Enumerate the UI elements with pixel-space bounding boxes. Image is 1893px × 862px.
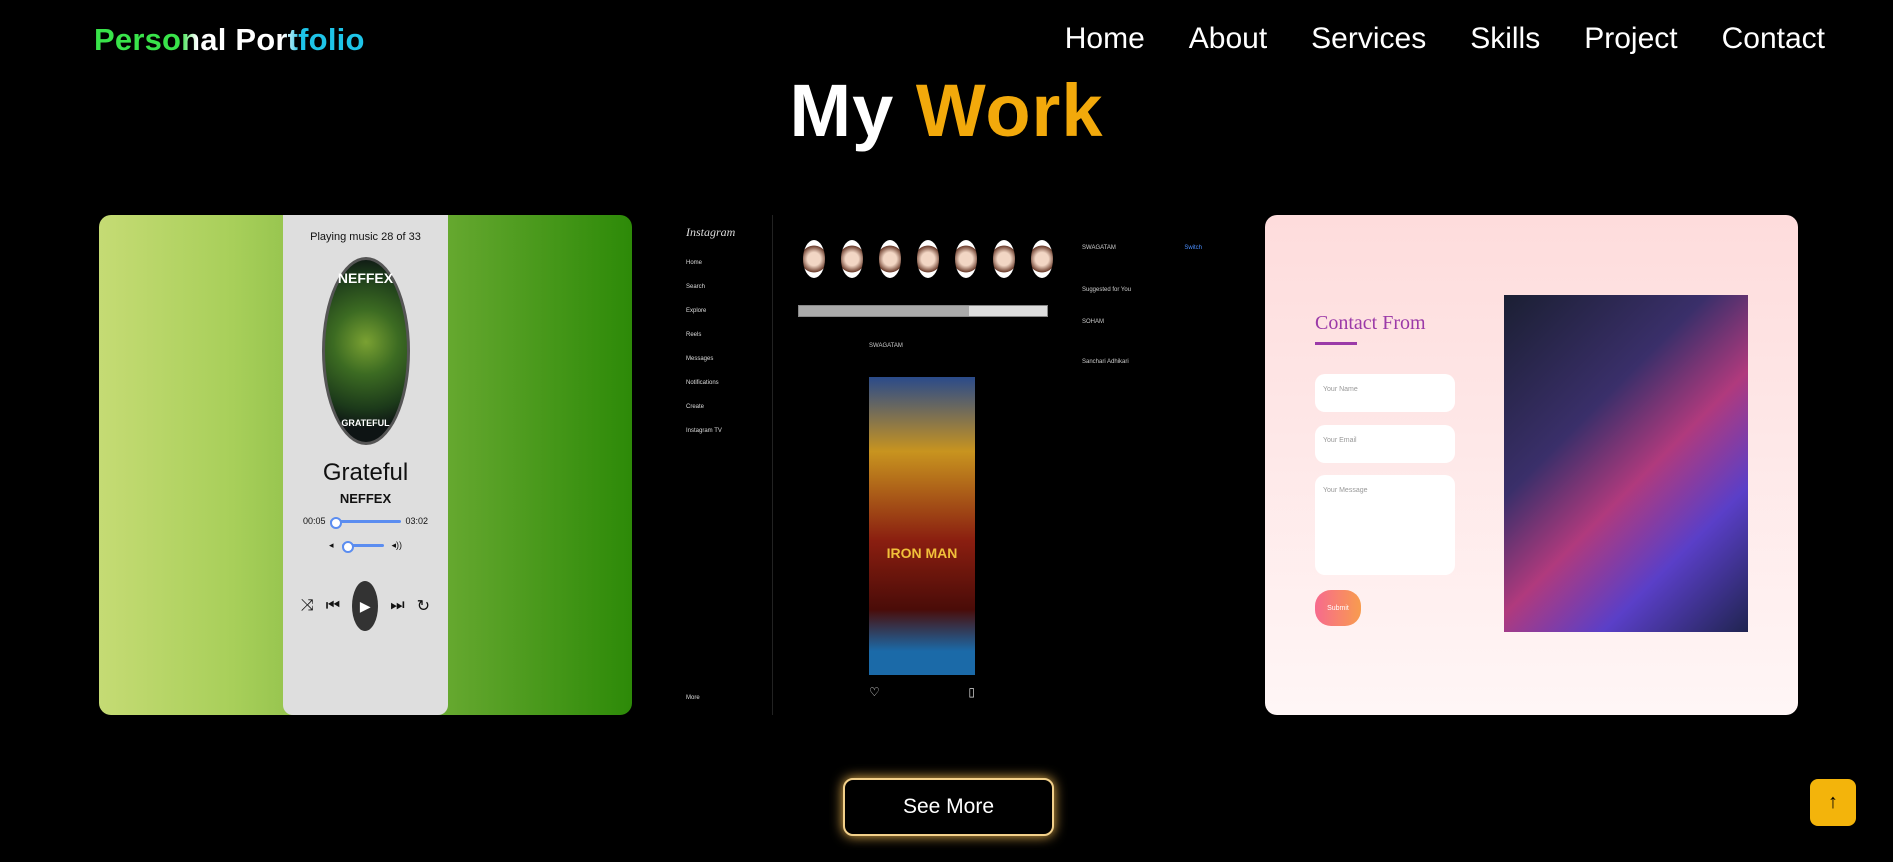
story-avatar <box>878 240 902 282</box>
project-card-music-player[interactable]: Playing music 28 of 33 NEFFEX GRATEFUL G… <box>99 215 632 715</box>
nav-link-skills[interactable]: Skills <box>1470 22 1540 56</box>
nav-link-contact[interactable]: Contact <box>1722 22 1825 56</box>
volume-row: ◂ ◂)) <box>283 540 448 553</box>
arrow-up-icon: ↑ <box>1828 791 1838 813</box>
story-avatar <box>1030 240 1054 282</box>
previous-icon: ⏮ <box>325 597 341 614</box>
nav-menu: Home About Services Skills Project Conta… <box>1065 22 1825 56</box>
story-avatar <box>916 240 940 282</box>
nav-link-project[interactable]: Project <box>1584 22 1677 56</box>
progress-bar <box>329 516 402 529</box>
story-avatar <box>802 240 826 282</box>
story-avatar <box>954 240 978 282</box>
ig-sidebar: Instagram Home Search Explore Reels Mess… <box>686 225 736 701</box>
play-icon: ▶ <box>352 581 379 631</box>
see-more-button[interactable]: See More <box>843 778 1054 836</box>
message-field: Your Message <box>1315 475 1455 575</box>
next-icon: ⏭ <box>390 597 405 614</box>
track-artist: NEFFEX <box>339 491 392 506</box>
post-username: SWAGATAM <box>869 343 903 349</box>
project-card-instagram-clone[interactable]: Instagram Home Search Explore Reels Mess… <box>674 215 1207 715</box>
bookmark-icon: ▯ <box>968 685 975 699</box>
title-underline <box>1315 342 1357 345</box>
volume-down-icon: ◂ <box>328 540 334 550</box>
submit-button: Submit <box>1315 590 1361 626</box>
project-card-contact-form[interactable]: Contact From Your Name Your Email Your M… <box>1265 215 1798 715</box>
player-controls: ⤨ ⏮ ▶ ⏭ ↻ <box>283 581 448 631</box>
nav-link-services[interactable]: Services <box>1311 22 1426 56</box>
stories-scrollbar <box>798 305 1048 317</box>
music-player-preview: Playing music 28 of 33 NEFFEX GRATEFUL G… <box>283 215 448 715</box>
name-field: Your Name <box>1315 374 1455 412</box>
volume-bar <box>341 541 384 553</box>
stories-row <box>802 240 1054 282</box>
nav-link-home[interactable]: Home <box>1065 22 1145 56</box>
repeat-icon: ↻ <box>416 598 431 615</box>
divider <box>772 215 773 715</box>
story-avatar <box>992 240 1016 282</box>
section-title: My Work <box>789 69 1104 152</box>
progress-row: 00:05 03:02 <box>303 516 428 529</box>
shuffle-icon: ⤨ <box>300 597 314 614</box>
scroll-top-button[interactable]: ↑ <box>1810 779 1856 826</box>
heart-icon: ♡ <box>869 685 880 699</box>
site-logo[interactable]: Personal Portfolio <box>94 22 365 58</box>
post-image: IRON MAN <box>869 377 975 675</box>
volume-up-icon: ◂)) <box>391 540 403 550</box>
email-field: Your Email <box>1315 425 1455 463</box>
suggestions-panel: SWAGATAM Switch Suggested for You SOHAM … <box>1082 245 1202 365</box>
contact-title: Contact From <box>1315 312 1426 334</box>
track-title: Grateful <box>322 459 409 486</box>
nav-link-about[interactable]: About <box>1189 22 1267 56</box>
post-actions: ♡ ▯ <box>869 685 975 699</box>
story-avatar <box>840 240 864 282</box>
album-art: NEFFEX GRATEFUL <box>321 257 410 445</box>
coding-photo <box>1504 295 1748 632</box>
